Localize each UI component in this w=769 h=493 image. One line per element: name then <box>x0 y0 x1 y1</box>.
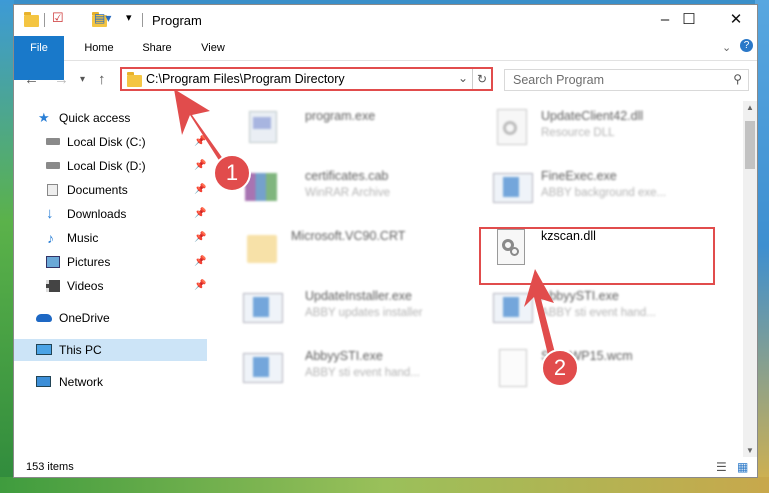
documents-icon <box>47 184 58 196</box>
status-bar: 153 items ☰ ▦ <box>14 457 757 477</box>
star-icon: ★ <box>38 110 50 125</box>
properties-icon[interactable]: ☑ <box>52 10 64 28</box>
exe-file-icon <box>241 347 283 387</box>
exe-file-icon <box>241 107 281 147</box>
search-placeholder: Search Program <box>513 73 605 87</box>
file-item[interactable]: AbbyySTI.exe ABBY sti event hand... <box>491 287 731 331</box>
sidebar-item-network[interactable]: Network <box>14 371 207 393</box>
pin-icon[interactable]: 📌 <box>194 155 206 177</box>
sidebar-item-this-pc[interactable]: This PC <box>14 339 207 361</box>
help-icon[interactable]: ? <box>740 39 753 52</box>
sidebar-item-downloads[interactable]: ↓ Downloads 📌 <box>14 203 207 225</box>
sidebar-item-onedrive[interactable]: OneDrive <box>14 307 207 329</box>
sidebar-item-quick-access[interactable]: ★ Quick access <box>14 107 207 129</box>
pin-icon[interactable]: 📌 <box>194 179 206 201</box>
forward-arrow-icon[interactable]: → <box>54 71 69 88</box>
ribbon: File Home Share View ⌄ ? <box>14 36 757 80</box>
tab-home[interactable]: Home <box>74 36 124 60</box>
step-marker-1: 1 <box>213 154 251 192</box>
folder-icon <box>241 227 281 267</box>
up-arrow-icon[interactable]: ↑ <box>98 71 106 88</box>
exe-file-icon <box>491 287 533 327</box>
search-icon: ⚲ <box>733 72 742 86</box>
pin-icon[interactable]: 📌 <box>194 251 206 273</box>
divider <box>44 13 45 27</box>
dll-file-icon <box>491 107 531 147</box>
pin-icon[interactable]: 📌 <box>194 275 206 297</box>
navigation-pane: ★ Quick access Local Disk (C:) 📌 Local D… <box>14 101 207 441</box>
tiles-view-icon[interactable]: ▦ <box>737 457 748 477</box>
sidebar-item-local-disk-d[interactable]: Local Disk (D:) 📌 <box>14 155 207 177</box>
network-icon <box>36 376 51 387</box>
address-bar[interactable]: C:\Program Files\Program Directory ⌄ ↻ <box>120 67 493 91</box>
explorer-window: ☑ ▤▾ ▾ Program – ☐ ✕ File Home Share Vie… <box>13 4 758 478</box>
cloud-icon <box>36 314 52 322</box>
generic-file-icon <box>491 347 531 387</box>
exe-file-icon <box>241 287 283 327</box>
chevron-down-icon[interactable]: ⌄ <box>722 41 731 54</box>
back-arrow-icon[interactable]: ← <box>24 71 39 88</box>
videos-icon <box>46 280 60 292</box>
maximize-button[interactable]: ☐ <box>666 5 712 35</box>
sidebar-item-videos[interactable]: Videos 📌 <box>14 275 207 297</box>
folder-icon <box>127 72 142 87</box>
chevron-down-icon[interactable]: ⌄ <box>458 71 468 85</box>
customize-icon[interactable]: ▤▾ <box>94 11 111 29</box>
search-box[interactable]: Search Program ⚲ <box>504 69 749 91</box>
step-marker-2: 2 <box>541 349 579 387</box>
exe-file-icon <box>491 167 533 207</box>
pc-icon <box>36 344 52 355</box>
highlight-box <box>479 227 715 285</box>
scroll-thumb[interactable] <box>745 121 755 169</box>
drive-icon <box>46 138 60 145</box>
divider <box>142 13 143 27</box>
scroll-up-icon[interactable]: ▲ <box>746 103 754 112</box>
scroll-down-icon[interactable]: ▼ <box>746 446 754 455</box>
window-title: Program <box>152 13 202 28</box>
file-item[interactable]: program.exe <box>241 107 461 151</box>
pin-icon[interactable]: 📌 <box>194 131 206 153</box>
pin-icon[interactable]: 📌 <box>194 203 206 225</box>
item-count: 153 items <box>26 461 74 473</box>
sidebar-item-pictures[interactable]: Pictures 📌 <box>14 251 207 273</box>
recent-locations-icon[interactable]: ▾ <box>80 74 85 85</box>
sidebar-item-music[interactable]: ♪ Music 📌 <box>14 227 207 249</box>
file-item[interactable]: certificates.cab WinRAR Archive <box>241 167 461 211</box>
folder-icon <box>24 12 39 27</box>
file-item[interactable]: UpdateClient42.dll Resource DLL <box>491 107 731 151</box>
quick-access-dropdown-icon[interactable]: ▾ <box>126 11 132 29</box>
sidebar-item-documents[interactable]: Documents 📌 <box>14 179 207 201</box>
sidebar-item-local-disk-c[interactable]: Local Disk (C:) 📌 <box>14 131 207 153</box>
folder-item[interactable]: Microsoft.VC90.CRT <box>241 227 461 271</box>
pictures-icon <box>46 256 60 268</box>
tab-view[interactable]: View <box>188 36 238 60</box>
file-item[interactable]: ScanWP15.wcm <box>491 347 731 391</box>
file-item[interactable]: FineExec.exe ABBY background exe... <box>491 167 731 211</box>
close-button[interactable]: ✕ <box>713 5 759 35</box>
file-item[interactable]: AbbyySTI.exe ABBY sti event hand... <box>241 347 461 391</box>
download-icon: ↓ <box>46 205 54 222</box>
drive-icon <box>46 162 60 169</box>
title-bar: ☑ ▤▾ ▾ Program – ☐ ✕ <box>14 5 757 35</box>
music-icon: ♪ <box>47 230 54 246</box>
desktop-background-bottom <box>0 477 769 493</box>
navigation-bar: ← → ▾ ↑ C:\Program Files\Program Directo… <box>14 61 757 97</box>
desktop-background-left <box>0 0 14 493</box>
tab-share[interactable]: Share <box>132 36 182 60</box>
file-item[interactable]: UpdateInstaller.exe ABBY updates install… <box>241 287 461 331</box>
vertical-scrollbar[interactable]: ▲ ▼ <box>743 101 757 457</box>
refresh-icon[interactable]: ↻ <box>472 69 491 89</box>
details-view-icon[interactable]: ☰ <box>716 457 727 477</box>
pin-icon[interactable]: 📌 <box>194 227 206 249</box>
address-path: C:\Program Files\Program Directory <box>146 72 345 86</box>
